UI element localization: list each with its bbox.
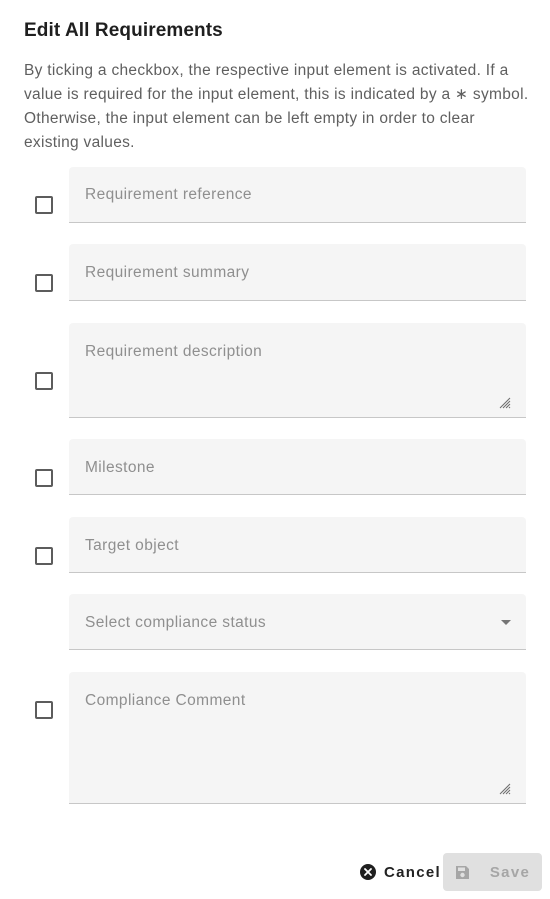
dialog-actions: Cancel Save bbox=[0, 852, 550, 892]
target-object-input[interactable]: Target object bbox=[69, 517, 526, 573]
cancel-circle-icon bbox=[360, 864, 376, 880]
compliance-status-placeholder: Select compliance status bbox=[85, 614, 267, 631]
dialog-description: By ticking a checkbox, the respective in… bbox=[24, 62, 529, 151]
edit-requirements-dialog: Edit All Requirements By ticking a check… bbox=[0, 0, 550, 899]
summary-placeholder: Requirement summary bbox=[85, 264, 250, 281]
resize-handle-icon[interactable] bbox=[499, 397, 511, 409]
reference-input[interactable]: Requirement reference bbox=[69, 167, 526, 223]
checkbox-milestone[interactable] bbox=[35, 469, 53, 487]
save-button[interactable]: Save bbox=[443, 853, 542, 891]
milestone-placeholder: Milestone bbox=[85, 459, 155, 476]
floppy-disk-icon bbox=[455, 865, 469, 879]
dialog-title: Edit All Requirements bbox=[24, 20, 223, 41]
summary-input[interactable]: Requirement summary bbox=[69, 244, 526, 301]
target-object-placeholder: Target object bbox=[85, 537, 179, 554]
compliance-comment-placeholder: Compliance Comment bbox=[85, 692, 246, 709]
dropdown-caret-icon bbox=[501, 620, 511, 625]
cancel-button[interactable]: Cancel bbox=[354, 854, 447, 890]
milestone-input[interactable]: Milestone bbox=[69, 439, 526, 495]
checkbox-summary[interactable] bbox=[35, 274, 53, 292]
save-label: Save bbox=[489, 863, 531, 881]
reference-placeholder: Requirement reference bbox=[85, 186, 252, 203]
description-placeholder: Requirement description bbox=[85, 343, 263, 360]
compliance-status-select[interactable]: Select compliance status bbox=[69, 594, 526, 650]
resize-handle-icon[interactable] bbox=[499, 783, 511, 795]
compliance-comment-textarea[interactable]: Compliance Comment bbox=[69, 672, 526, 804]
checkbox-target-object[interactable] bbox=[35, 547, 53, 565]
cancel-label: Cancel bbox=[384, 863, 441, 881]
checkbox-compliance-comment[interactable] bbox=[35, 701, 53, 719]
description-textarea[interactable]: Requirement description bbox=[69, 323, 526, 418]
checkbox-reference[interactable] bbox=[35, 196, 53, 214]
checkbox-description[interactable] bbox=[35, 372, 53, 390]
